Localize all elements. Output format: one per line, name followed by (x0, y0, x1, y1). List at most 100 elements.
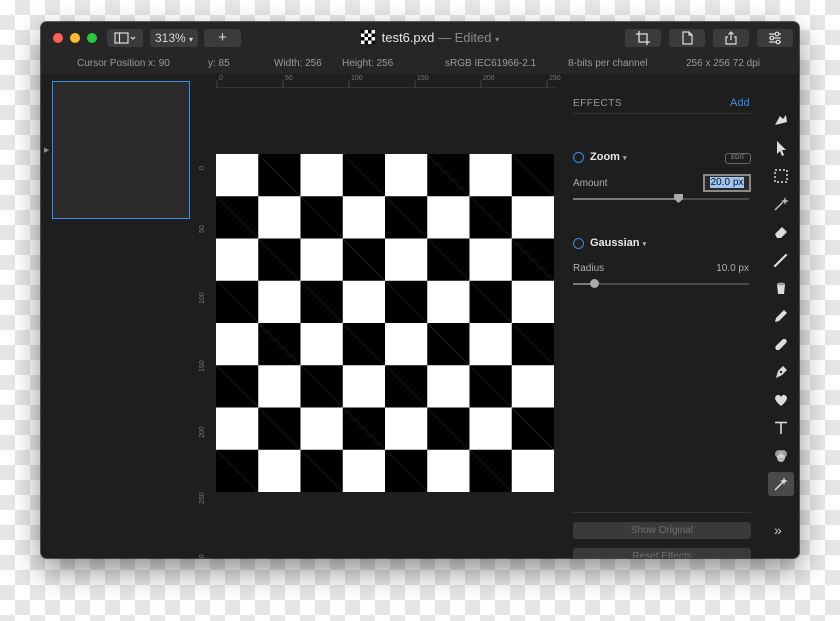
sliders-icon (769, 31, 781, 45)
radius-slider[interactable] (573, 279, 749, 288)
document-name: test6.pxd (381, 30, 435, 45)
tools-sidebar: » (763, 74, 799, 558)
bucket-tool[interactable] (771, 278, 791, 298)
text-icon (775, 421, 787, 434)
effects-header: EFFECTS (573, 98, 623, 109)
checkerboard-image[interactable] (216, 154, 554, 492)
zoom-effect-name[interactable]: Zoom ▾ (590, 151, 627, 163)
disclosure-triangle-icon[interactable]: ▶ (44, 146, 49, 154)
pen-icon (776, 366, 787, 378)
minimize-window-button[interactable] (70, 33, 80, 43)
cursor-y-readout: y: 85 (208, 58, 230, 69)
radius-label: Radius (573, 263, 605, 274)
ruler-ticks (215, 80, 555, 88)
add-layer-button[interactable]: + (204, 29, 241, 47)
zoom-level-value: 313% (154, 31, 186, 45)
ruler-label: 200 (483, 75, 495, 82)
page-icon (682, 31, 693, 45)
ruler-label: 250 (199, 492, 206, 504)
shape-tool[interactable] (771, 390, 791, 410)
effects-tool[interactable] (768, 472, 794, 496)
ruler-vertical: 0 50 100 150 200 250 300 (199, 88, 215, 558)
image-width: Width: 256 (274, 58, 322, 69)
reset-effects-button[interactable]: Reset Effects (573, 548, 751, 558)
show-original-button[interactable]: Show Original (573, 522, 751, 539)
rect-select-tool[interactable] (771, 166, 791, 186)
edited-status[interactable]: — Edited (438, 30, 491, 45)
sidebar-icon (114, 32, 136, 44)
magic-wand-tool[interactable] (771, 194, 791, 214)
info-bar: Cursor Position x: 90 y: 85 Width: 256 H… (41, 54, 799, 74)
plus-icon: + (218, 29, 227, 46)
gaussian-effect-name[interactable]: Gaussian ▾ (590, 237, 646, 249)
chevron-down-icon: ▾ (189, 35, 194, 44)
cursor-x-readout: Cursor Position x: 90 (77, 58, 170, 69)
close-window-button[interactable] (53, 33, 63, 43)
ruler-horizontal: 0 50 100 150 200 250 (215, 74, 561, 88)
zoom-window-button[interactable] (87, 33, 97, 43)
color-adjust-tool[interactable] (771, 446, 791, 466)
amount-label: Amount (573, 178, 608, 189)
edit-effect-button[interactable]: EDIT (725, 153, 751, 164)
window-title: test6.pxd — Edited ▾ (361, 30, 499, 45)
magic-wand-icon (774, 197, 789, 211)
chevron-down-icon: ▾ (623, 155, 627, 162)
amount-value: 20.0 px (709, 177, 745, 188)
brush-icon (773, 253, 788, 268)
pencil-tool[interactable] (771, 306, 791, 326)
ruler-label: 200 (199, 426, 206, 438)
ruler-label: 50 (199, 225, 206, 233)
eraser-icon (775, 227, 787, 238)
smudge-icon (775, 115, 787, 125)
brush-tool[interactable] (771, 250, 791, 270)
effects-icon (774, 477, 788, 491)
repair-tool[interactable] (771, 334, 791, 354)
ruler-label: 150 (417, 75, 429, 82)
image-dimensions: 256 x 256 72 dpi (686, 58, 760, 69)
zoom-level-dropdown[interactable]: 313% ▾ (150, 29, 198, 47)
pointer-icon (777, 141, 786, 156)
ruler-label: 0 (219, 75, 223, 82)
layer-thumbnail[interactable] (52, 81, 190, 219)
share-button[interactable] (713, 29, 749, 47)
ruler-label: 100 (199, 292, 206, 304)
eraser-tool[interactable] (771, 222, 791, 242)
crop-icon (636, 31, 650, 45)
heart-shape-icon (775, 394, 787, 406)
title-bar: 313% ▾ + test6.pxd — Edited ▾ (41, 22, 799, 54)
more-tools-icon[interactable]: » (774, 522, 782, 538)
pen-tool[interactable] (771, 362, 791, 382)
divider (573, 113, 751, 114)
bandage-icon (775, 338, 787, 351)
divider (573, 512, 751, 513)
crop-button[interactable] (625, 29, 661, 47)
document-icon (361, 30, 375, 44)
slider-knob[interactable] (589, 279, 599, 288)
image-height: Height: 256 (342, 58, 394, 69)
bucket-icon (777, 282, 785, 294)
radius-value: 10.0 px (716, 263, 749, 274)
ruler-label: 50 (285, 75, 293, 82)
share-icon (725, 31, 737, 45)
move-tool[interactable] (771, 138, 791, 158)
amount-slider[interactable] (573, 194, 749, 203)
zoom-effect-toggle[interactable] (573, 152, 584, 163)
adjustments-button[interactable] (757, 29, 793, 47)
amount-value-field[interactable]: 20.0 px (703, 174, 751, 192)
gaussian-effect-label: Gaussian (590, 237, 640, 249)
text-tool[interactable] (771, 418, 791, 438)
gaussian-effect-toggle[interactable] (573, 238, 584, 249)
slider-fill (573, 198, 679, 200)
sidebar-toggle-button[interactable] (107, 29, 143, 47)
layers-sidebar: ▶ (41, 74, 201, 558)
chevron-down-icon: ▾ (495, 35, 500, 44)
slider-knob[interactable] (674, 194, 684, 203)
ruler-label: 300 (199, 554, 206, 558)
ruler-label: 0 (199, 166, 206, 170)
smudge-tool[interactable] (771, 110, 791, 130)
add-effect-button[interactable]: Add (730, 97, 750, 109)
ruler-label: 100 (351, 75, 363, 82)
ruler-label: 150 (199, 360, 206, 372)
zoom-effect-label: Zoom (590, 151, 620, 163)
document-info-button[interactable] (669, 29, 705, 47)
